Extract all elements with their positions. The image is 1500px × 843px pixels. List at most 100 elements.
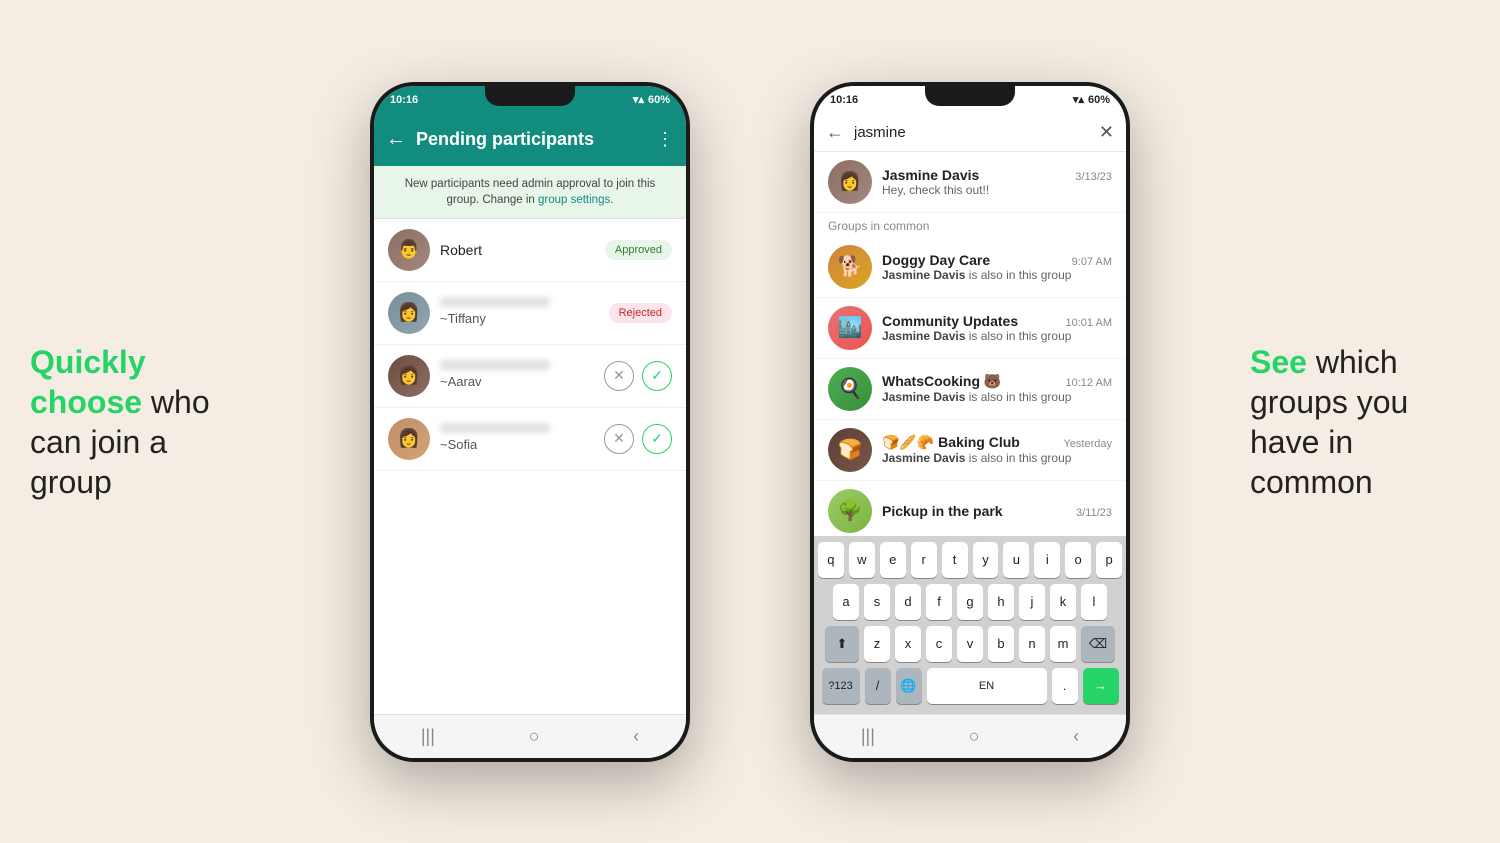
keyboard-row2: a s d f g h j k l	[818, 584, 1122, 620]
chat-item-doggy[interactable]: 🐕 Doggy Day Care 9:07 AM Jasmine Davis i…	[814, 237, 1126, 298]
baking-preview: Jasmine Davis is also in this group	[882, 451, 1112, 465]
key-k[interactable]: k	[1050, 584, 1076, 620]
key-slash[interactable]: /	[865, 668, 891, 704]
phone1: 10:16 ▾▴ 60% ← Pending participants ⋮ Ne…	[370, 82, 690, 762]
phone2-notch	[925, 86, 1015, 106]
key-b[interactable]: b	[988, 626, 1014, 662]
key-shift[interactable]: ⬆	[825, 626, 859, 662]
notif-text: New participants need admin approval to …	[405, 178, 656, 206]
chat-item-jasmine[interactable]: 👩 Jasmine Davis 3/13/23 Hey, check this …	[814, 152, 1126, 213]
whats-chat-top: WhatsCooking 🐻 10:12 AM	[882, 373, 1112, 390]
participant-info-tiffany: ~Tiffany	[440, 297, 599, 328]
key-t[interactable]: t	[942, 542, 968, 578]
phone2-nav-back: ‹	[1073, 726, 1079, 747]
chat-item-baking[interactable]: 🍞 🍞🥖🥐 Baking Club Yesterday Jasmine Davi…	[814, 420, 1126, 481]
key-period[interactable]: .	[1052, 668, 1078, 704]
jasmine-name: Jasmine Davis	[882, 167, 979, 183]
chat-item-pickup[interactable]: 🌳 Pickup in the park 3/11/23	[814, 481, 1126, 536]
key-s[interactable]: s	[864, 584, 890, 620]
sofia-approve-button[interactable]: ✓	[642, 424, 672, 454]
aarav-approve-button[interactable]: ✓	[642, 361, 672, 391]
phone2-clear-button[interactable]: ✕	[1099, 122, 1114, 143]
key-d[interactable]: d	[895, 584, 921, 620]
groups-in-common-label: Groups in common	[814, 213, 1126, 237]
baking-chat-content: 🍞🥖🥐 Baking Club Yesterday Jasmine Davis …	[882, 434, 1112, 465]
key-numbers[interactable]: ?123	[822, 668, 860, 704]
sofia-action-btns: ✕ ✓	[604, 424, 672, 454]
key-z[interactable]: z	[864, 626, 890, 662]
phone1-back-button[interactable]: ←	[386, 128, 406, 151]
key-globe[interactable]: 🌐	[896, 668, 922, 704]
left-text: Quickly choose who can join a group	[30, 342, 250, 502]
jasmine-chat-content: Jasmine Davis 3/13/23 Hey, check this ou…	[882, 167, 1112, 197]
key-i[interactable]: i	[1034, 542, 1060, 578]
avatar-robert: 👨	[388, 229, 430, 271]
jasmine-chat-top: Jasmine Davis 3/13/23	[882, 167, 1112, 183]
key-u[interactable]: u	[1003, 542, 1029, 578]
whats-chat-content: WhatsCooking 🐻 10:12 AM Jasmine Davis is…	[882, 373, 1112, 404]
phone2-nav-home: ○	[969, 726, 980, 747]
scene: Quickly choose who can join a group 10:1…	[0, 0, 1500, 843]
keyboard-row1: q w e r t y u i o p	[818, 542, 1122, 578]
key-n[interactable]: n	[1019, 626, 1045, 662]
key-x[interactable]: x	[895, 626, 921, 662]
pickup-name: Pickup in the park	[882, 503, 1003, 519]
participant-name-aarav: ~Aarav	[440, 374, 482, 389]
key-a[interactable]: a	[833, 584, 859, 620]
tiffany-blurred-number	[440, 297, 550, 307]
key-c[interactable]: c	[926, 626, 952, 662]
key-g[interactable]: g	[957, 584, 983, 620]
key-m[interactable]: m	[1050, 626, 1076, 662]
phone2-search-input[interactable]	[854, 124, 1089, 141]
key-f[interactable]: f	[926, 584, 952, 620]
aarav-reject-button[interactable]: ✕	[604, 361, 634, 391]
notif-link[interactable]: group settings	[538, 194, 610, 206]
whats-name: WhatsCooking 🐻	[882, 373, 1001, 390]
key-e[interactable]: e	[880, 542, 906, 578]
phone1-notification: New participants need admin approval to …	[374, 166, 686, 219]
key-space[interactable]: EN	[927, 668, 1047, 704]
key-r[interactable]: r	[911, 542, 937, 578]
key-o[interactable]: o	[1065, 542, 1091, 578]
key-p[interactable]: p	[1096, 542, 1122, 578]
community-name: Community Updates	[882, 313, 1018, 329]
nav-icon-recents: |||	[421, 726, 435, 747]
participant-info-sofia: ~Sofia	[440, 423, 594, 454]
doggy-time: 9:07 AM	[1072, 256, 1112, 268]
baking-chat-top: 🍞🥖🥐 Baking Club Yesterday	[882, 434, 1112, 451]
key-send[interactable]: →	[1083, 668, 1119, 704]
community-chat-top: Community Updates 10:01 AM	[882, 313, 1112, 329]
participant-name-sofia: ~Sofia	[440, 437, 477, 452]
keyboard-row3: ⬆ z x c v b n m ⌫	[818, 626, 1122, 662]
key-v[interactable]: v	[957, 626, 983, 662]
phone2-nav-recents: |||	[861, 726, 875, 747]
key-j[interactable]: j	[1019, 584, 1045, 620]
phone1-top-bar: ← Pending participants ⋮	[374, 114, 686, 166]
keyboard-row4: ?123 / 🌐 EN . →	[818, 668, 1122, 704]
key-l[interactable]: l	[1081, 584, 1107, 620]
avatar-jasmine: 👩	[828, 160, 872, 204]
sofia-blurred-number	[440, 423, 550, 433]
participant-item-sofia: 👩 ~Sofia ✕ ✓	[374, 408, 686, 471]
key-backspace[interactable]: ⌫	[1081, 626, 1115, 662]
avatar-aarav: 👩	[388, 355, 430, 397]
avatar-sofia: 👩	[388, 418, 430, 460]
avatar-whats: 🍳	[828, 367, 872, 411]
sofia-reject-button[interactable]: ✕	[604, 424, 634, 454]
chat-item-whats[interactable]: 🍳 WhatsCooking 🐻 10:12 AM Jasmine Davis …	[814, 359, 1126, 420]
phone2-chat-list: 👩 Jasmine Davis 3/13/23 Hey, check this …	[814, 152, 1126, 536]
phone1-menu-button[interactable]: ⋮	[656, 129, 674, 150]
participant-name-robert: Robert	[440, 242, 595, 258]
whats-preview: Jasmine Davis is also in this group	[882, 390, 1112, 404]
phone2-back-button[interactable]: ←	[826, 122, 844, 143]
chat-item-community[interactable]: 🏙️ Community Updates 10:01 AM Jasmine Da…	[814, 298, 1126, 359]
avatar-pickup: 🌳	[828, 489, 872, 533]
key-w[interactable]: w	[849, 542, 875, 578]
phone1-bottom-nav: ||| ○ ‹	[374, 714, 686, 758]
key-q[interactable]: q	[818, 542, 844, 578]
participant-info-aarav: ~Aarav	[440, 360, 594, 391]
aarav-blurred-number	[440, 360, 550, 370]
key-h[interactable]: h	[988, 584, 1014, 620]
right-text-highlight: See	[1250, 344, 1307, 380]
key-y[interactable]: y	[973, 542, 999, 578]
